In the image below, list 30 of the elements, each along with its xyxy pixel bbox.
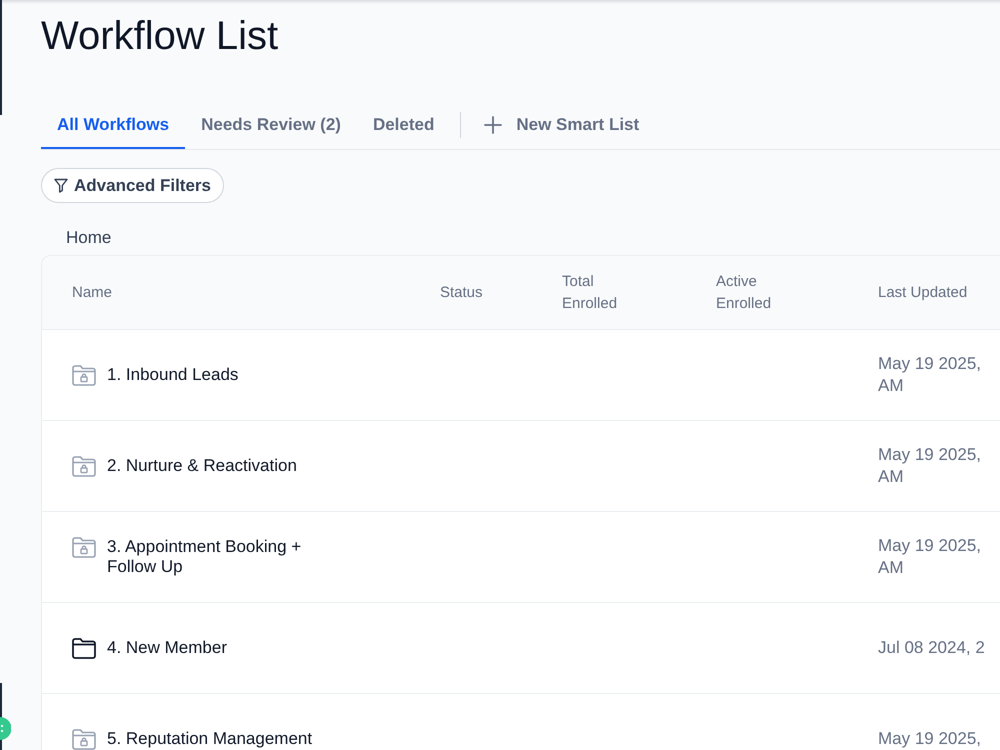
locked-folder-icon [72, 456, 96, 476]
folder-name[interactable]: 2. Nurture & Reactivation [107, 456, 297, 476]
last-updated-cell: May 19 2025, AM [878, 535, 982, 579]
folder-name[interactable]: 1. Inbound Leads [107, 364, 238, 384]
breadcrumb-link[interactable]: Home [66, 228, 112, 248]
locked-folder-icon [72, 537, 96, 558]
plus-icon [484, 116, 502, 134]
filter-icon [54, 178, 68, 193]
last-updated-cell: May 19 2025, AM [878, 444, 982, 488]
column-header[interactable]: Last Updated [878, 282, 968, 304]
advanced-filters-button[interactable]: Advanced Filters [41, 168, 224, 203]
column-header[interactable]: Active Enrolled [716, 270, 796, 314]
locked-folder-icon [72, 728, 96, 750]
column-header[interactable]: Name [72, 282, 112, 304]
column-header[interactable]: Total Enrolled [562, 270, 642, 314]
tab[interactable]: Needs Review (2) [185, 101, 357, 149]
tab[interactable]: Deleted [356, 101, 450, 149]
page-title: Workflow List [41, 16, 278, 56]
tab[interactable]: All Workflows [41, 101, 186, 149]
last-updated-cell: Jul 08 2024, 2 [878, 637, 985, 659]
last-updated-cell: May 19 2025, AM [878, 353, 982, 397]
folder-name[interactable]: 4. New Member [107, 638, 227, 658]
locked-folder-icon [72, 364, 96, 386]
new-smart-list-button[interactable]: New Smart List [484, 115, 640, 135]
last-updated-cell: May 19 2025, [878, 728, 982, 750]
round-badge-icon[interactable] [0, 717, 11, 740]
column-header[interactable]: Status [440, 282, 483, 304]
folder-icon [72, 638, 96, 658]
folder-name[interactable]: 5. Reputation Management [107, 728, 312, 748]
folder-name[interactable]: 3. Appointment Booking + Follow Up [107, 537, 342, 577]
